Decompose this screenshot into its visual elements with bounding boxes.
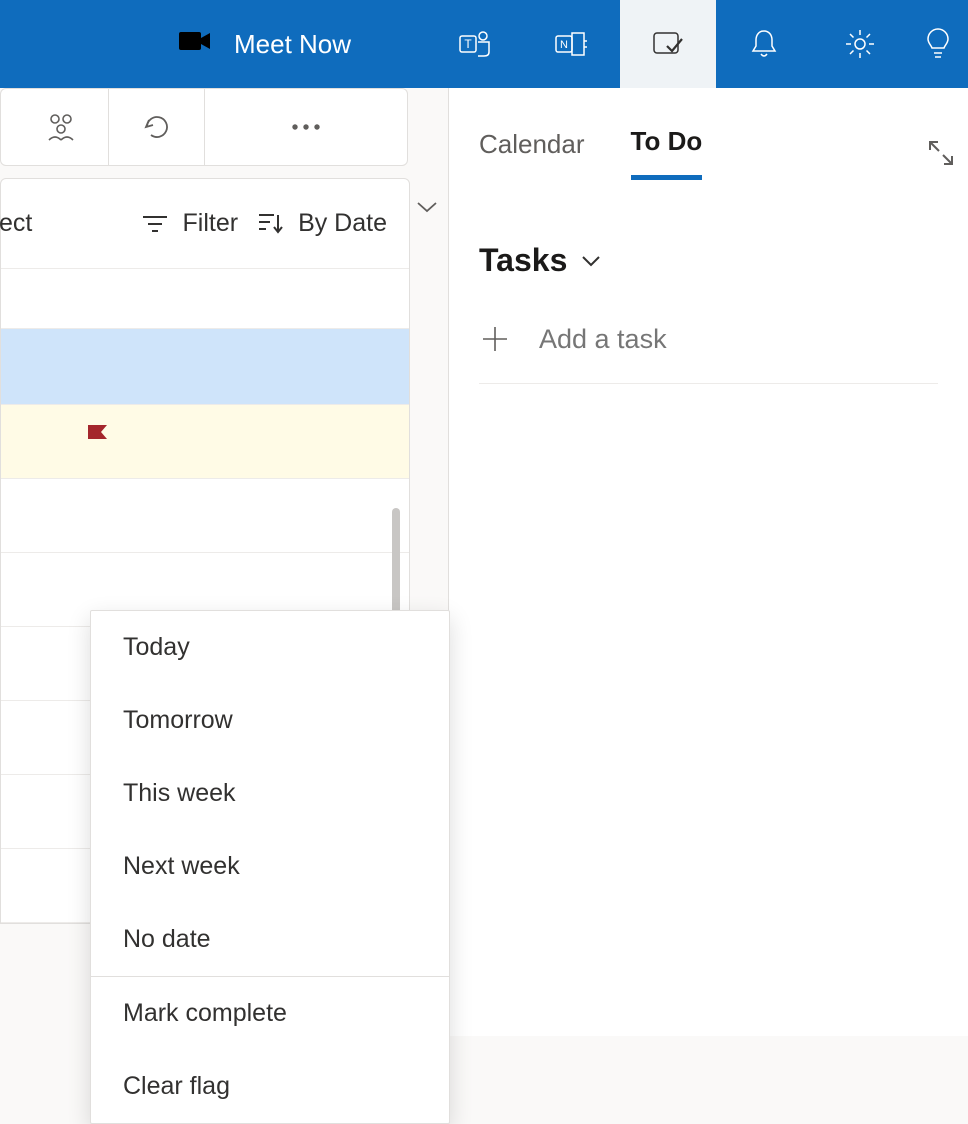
svg-text:N: N <box>560 39 568 51</box>
more-button[interactable] <box>205 89 407 165</box>
todo-icon <box>652 29 684 59</box>
mail-item-selected[interactable] <box>1 329 409 405</box>
ellipsis-icon <box>291 123 321 131</box>
menu-item-no-date[interactable]: No date <box>91 903 449 976</box>
tips-button[interactable] <box>908 0 968 88</box>
svg-text:T: T <box>464 37 472 51</box>
notifications-button[interactable] <box>716 0 812 88</box>
meet-now-button[interactable]: Meet Now <box>178 29 351 60</box>
chevron-down-icon <box>416 200 438 214</box>
expand-panel-button[interactable] <box>926 138 956 173</box>
mail-item[interactable] <box>1 479 409 553</box>
menu-item-mark-complete[interactable]: Mark complete <box>91 977 449 1050</box>
plus-icon <box>479 323 511 355</box>
todo-panel: Calendar To Do Tasks Add a task <box>448 88 968 1036</box>
sort-icon <box>256 211 284 237</box>
panel-tabs: Calendar To Do <box>479 126 938 180</box>
mail-group-header[interactable] <box>1 269 409 329</box>
bell-icon <box>750 28 778 60</box>
tab-todo[interactable]: To Do <box>631 126 703 180</box>
filter-button[interactable]: Filter <box>141 209 239 238</box>
onenote-icon: N <box>555 29 589 59</box>
menu-item-this-week[interactable]: This week <box>91 757 449 830</box>
settings-button[interactable] <box>812 0 908 88</box>
people-icon <box>43 112 79 142</box>
filter-label: Filter <box>183 209 239 238</box>
mail-item-flagged[interactable] <box>1 405 409 479</box>
tasks-header-label: Tasks <box>479 242 567 279</box>
expand-icon <box>926 138 956 168</box>
meet-now-label: Meet Now <box>234 29 351 60</box>
add-task-input[interactable]: Add a task <box>479 323 938 384</box>
add-task-placeholder: Add a task <box>539 324 667 355</box>
flag-icon[interactable] <box>85 423 111 456</box>
video-icon <box>178 29 212 60</box>
sort-button[interactable]: By Date <box>256 209 387 238</box>
menu-item-today[interactable]: Today <box>91 611 449 684</box>
menu-item-next-week[interactable]: Next week <box>91 830 449 903</box>
flag-context-menu: Today Tomorrow This week Next week No da… <box>90 610 450 1124</box>
title-bar: Meet Now T N <box>0 0 968 88</box>
teams-button[interactable]: T <box>428 0 524 88</box>
scrollbar-thumb[interactable] <box>392 508 400 614</box>
menu-item-tomorrow[interactable]: Tomorrow <box>91 684 449 757</box>
chevron-down-icon <box>581 255 601 267</box>
menu-item-clear-flag[interactable]: Clear flag <box>91 1050 449 1123</box>
tasks-list-picker[interactable]: Tasks <box>479 242 938 279</box>
undo-icon <box>141 113 173 141</box>
sort-label: By Date <box>298 209 387 238</box>
gear-icon <box>844 28 876 60</box>
teams-icon: T <box>459 29 493 59</box>
filter-icon <box>141 214 169 234</box>
lightbulb-icon <box>925 27 951 61</box>
onenote-button[interactable]: N <box>524 0 620 88</box>
select-fragment[interactable]: ect <box>0 209 32 238</box>
mail-toolbar <box>0 88 408 166</box>
collapse-ribbon-button[interactable] <box>416 200 438 219</box>
tab-calendar[interactable]: Calendar <box>479 129 585 178</box>
todo-button[interactable] <box>620 0 716 88</box>
list-header: ect Filter By Date <box>1 179 409 269</box>
topbar-actions: T N <box>428 0 968 88</box>
undo-button[interactable] <box>109 89 205 165</box>
people-button[interactable] <box>13 89 109 165</box>
